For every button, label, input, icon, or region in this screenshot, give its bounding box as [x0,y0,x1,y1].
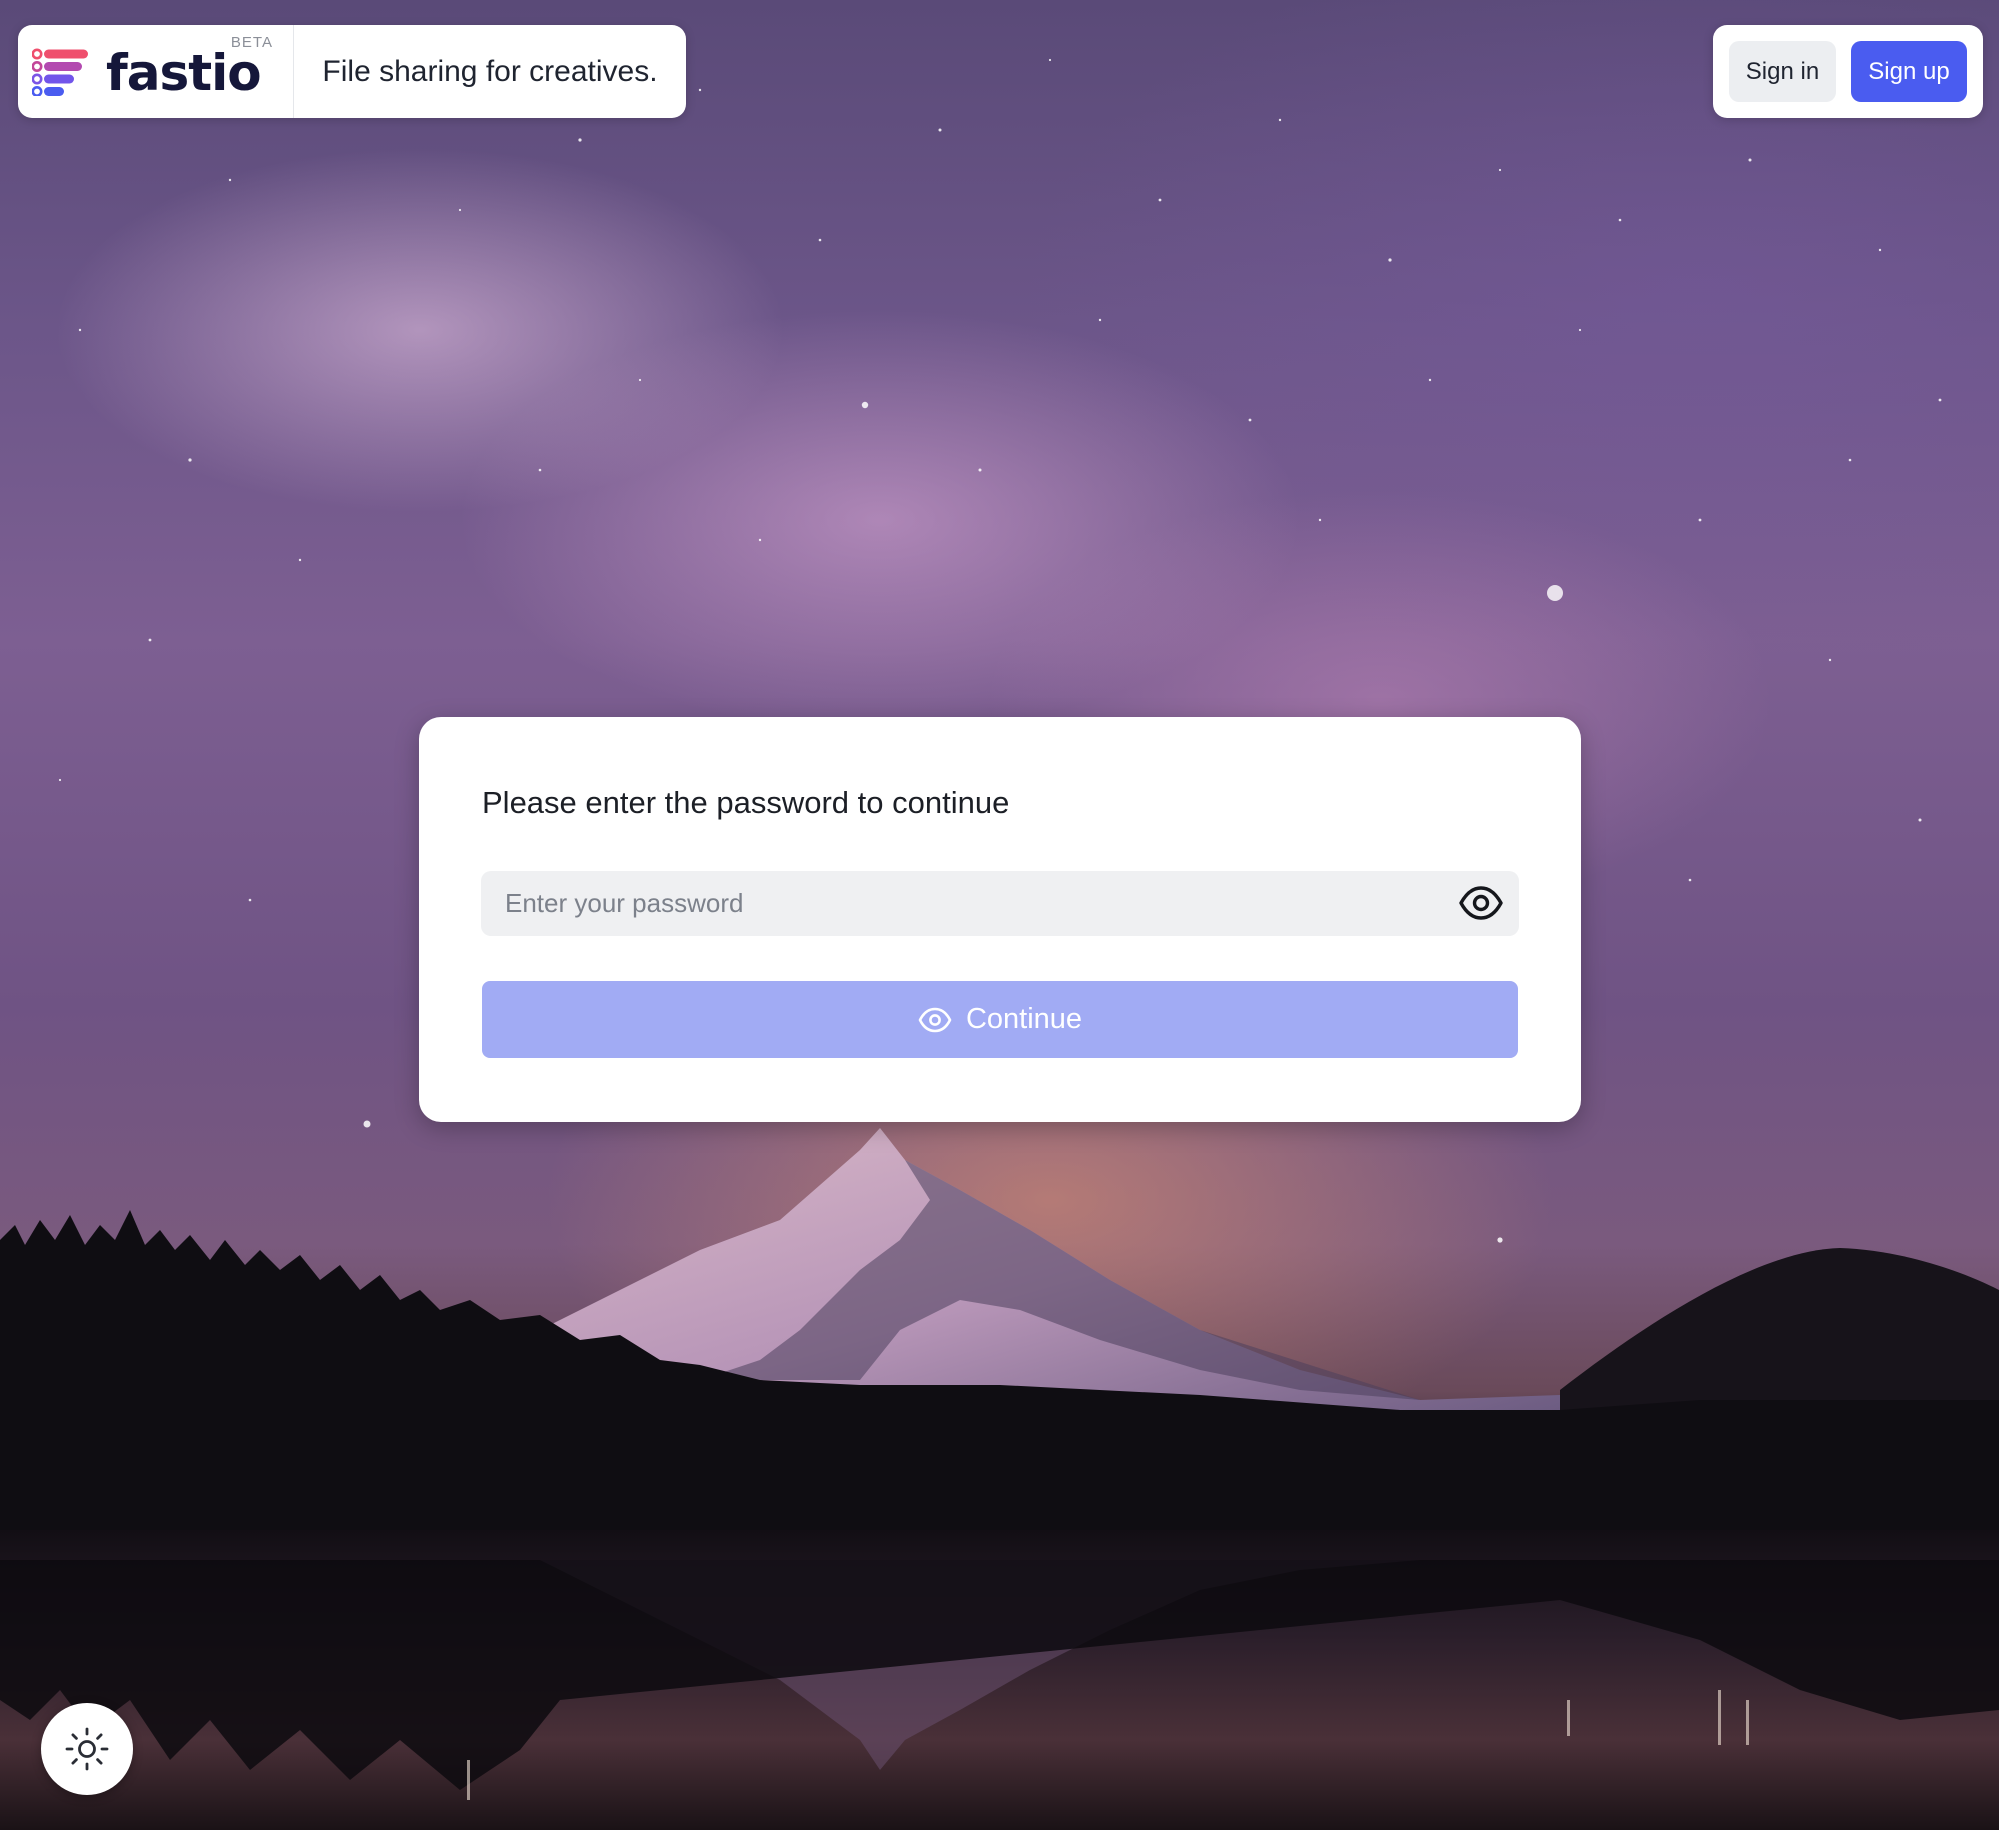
dialog-title: Please enter the password to continue [482,785,1010,820]
password-dialog: Please enter the password to continue Co… [419,717,1581,1122]
password-field [481,871,1519,936]
auth-actions: Sign in Sign up [1713,25,1983,118]
beta-badge: BETA [230,34,273,51]
tagline: File sharing for creatives. [322,54,658,88]
password-input[interactable] [481,871,1441,936]
logo[interactable]: fastio BETA [18,25,294,118]
fastio-logo-icon [32,48,88,96]
eye-icon [918,1007,952,1032]
theme-toggle-button[interactable] [41,1703,133,1795]
sign-in-button[interactable]: Sign in [1729,41,1836,102]
sun-icon [65,1727,109,1771]
show-password-eye-icon[interactable] [1459,885,1503,921]
sign-up-button[interactable]: Sign up [1851,41,1967,102]
continue-label: Continue [965,1003,1083,1035]
continue-button[interactable]: Continue [482,981,1518,1058]
brand-header: fastio BETA File sharing for creatives. [18,25,686,118]
brand-name: fastio [106,43,262,102]
